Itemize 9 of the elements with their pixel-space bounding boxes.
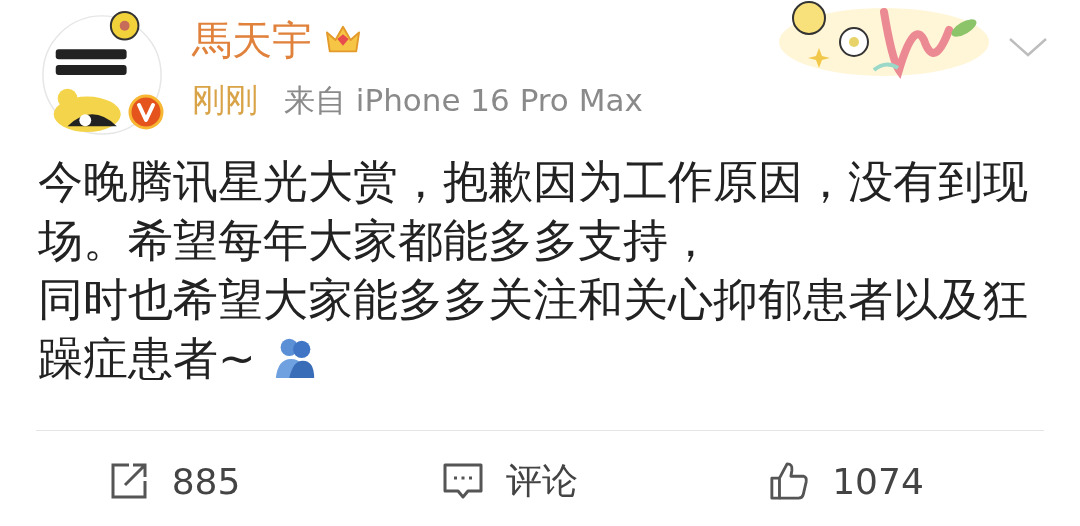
post-source: 来自 iPhone 16 Pro Max [284,81,643,120]
chevron-down-icon[interactable] [1008,36,1048,58]
thumbs-up-icon [768,461,811,501]
repost-button[interactable]: 885 [36,460,312,502]
like-button[interactable]: 1074 [708,460,984,502]
post-text: 今晚腾讯星光大赏，抱歉因为工作原因，没有到现场。希望每年大家都能多多支持， 同时也希望大家能多多关注和关心抑郁患者以及狂躁症患者~ [38,154,1029,387]
comment-button[interactable]: 评论 [372,456,648,506]
post-time: 刚刚 [192,79,258,121]
comment-icon [442,461,484,501]
